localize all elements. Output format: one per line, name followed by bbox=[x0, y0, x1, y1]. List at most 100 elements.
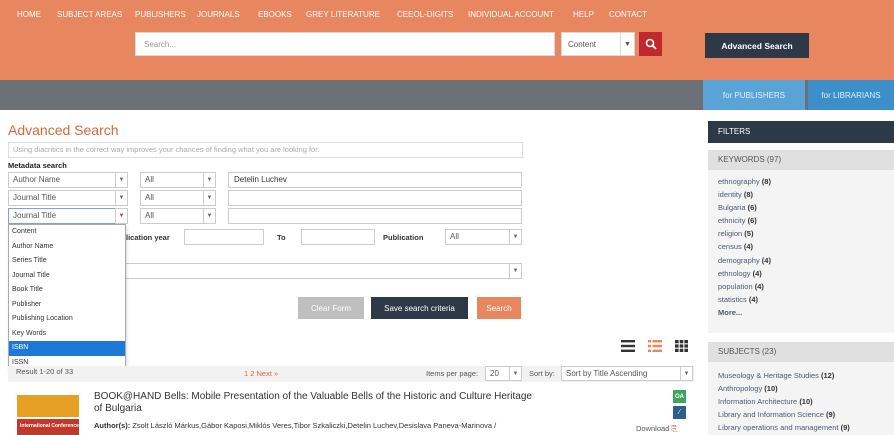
detail-view-icon[interactable] bbox=[648, 340, 662, 352]
subject-item[interactable]: Library and Information Science (9) bbox=[718, 410, 835, 419]
dropdown-option[interactable]: Author Name bbox=[9, 240, 125, 255]
subject-item[interactable]: Museology & Heritage Studies (12) bbox=[718, 371, 834, 380]
field-dropdown-list: Content Author Name Series Title Journal… bbox=[8, 224, 126, 370]
keywords-title[interactable]: KEYWORDS (97) bbox=[708, 150, 894, 170]
nav-publishers[interactable]: PUBLISHERS bbox=[135, 0, 186, 30]
dropdown-option[interactable]: Journal Title bbox=[9, 269, 125, 284]
publication-year-label: lication year bbox=[126, 233, 170, 242]
dropdown-option[interactable]: Publisher bbox=[9, 298, 125, 313]
pagination[interactable]: 1 2 Next » bbox=[244, 369, 278, 378]
dropdown-option[interactable]: Key Words bbox=[9, 327, 125, 342]
keyword-item[interactable]: population (4) bbox=[718, 282, 764, 291]
cite-icon[interactable]: ⁄ bbox=[673, 406, 686, 419]
keyword-item[interactable]: ethnicity (6) bbox=[718, 216, 757, 225]
chevron-down-icon[interactable]: ▼ bbox=[509, 366, 522, 381]
chevron-down-icon[interactable]: ▼ bbox=[621, 32, 635, 56]
keyword-item[interactable]: religion (5) bbox=[718, 229, 753, 238]
subjects-title[interactable]: SUBJECTS (23) bbox=[708, 342, 894, 362]
additional-filter-select[interactable] bbox=[110, 263, 510, 279]
article-authors: Author(s): Zsolt László Márkus,Gábor Kap… bbox=[94, 421, 624, 430]
keyword-item[interactable]: identity (8) bbox=[718, 190, 753, 199]
article-title[interactable]: BOOK@HAND Bells: Mobile Presentation of … bbox=[94, 391, 534, 415]
page-title: Advanced Search bbox=[8, 122, 119, 138]
dropdown-option[interactable]: Series Title bbox=[9, 254, 125, 269]
metadata-search-label: Metadata search bbox=[8, 161, 67, 170]
advanced-search-button[interactable]: Advanced Search bbox=[705, 33, 809, 58]
operator-select-1[interactable]: All bbox=[140, 172, 204, 188]
view-toggle bbox=[621, 340, 688, 352]
chevron-down-icon[interactable]: ▼ bbox=[115, 190, 128, 206]
nav-ceeol-digits[interactable]: CEEOL-DIGITS bbox=[397, 0, 453, 30]
search-button[interactable] bbox=[639, 32, 662, 56]
search-placeholder: Search... bbox=[144, 39, 177, 49]
subject-item[interactable]: Information Architecture (10) bbox=[718, 397, 813, 406]
content-type-select[interactable]: Content bbox=[561, 32, 621, 56]
keyword-item[interactable]: census (4) bbox=[718, 242, 753, 251]
chevron-down-icon[interactable]: ▼ bbox=[203, 172, 216, 188]
keyword-item[interactable]: ethnology (4) bbox=[718, 269, 762, 278]
download-link[interactable]: Download ⎘ bbox=[636, 424, 677, 434]
open-access-icon: OA bbox=[673, 390, 686, 403]
sort-select[interactable]: Sort by Title Ascending bbox=[561, 366, 681, 381]
field-select-1[interactable]: Author Name bbox=[8, 172, 116, 188]
article-thumbnail[interactable] bbox=[17, 395, 79, 417]
items-per-page-select[interactable]: 20 bbox=[485, 366, 510, 381]
subject-item[interactable]: Anthropology (10) bbox=[718, 384, 778, 393]
pdf-icon: ⎘ bbox=[671, 424, 678, 433]
subject-item[interactable]: Library operations and management (9) bbox=[718, 423, 850, 432]
grid-view-icon[interactable] bbox=[675, 340, 688, 352]
dropdown-option[interactable]: Book Title bbox=[9, 283, 125, 298]
field-select-3[interactable]: Journal Title bbox=[8, 208, 116, 224]
list-view-icon[interactable] bbox=[621, 340, 635, 352]
save-search-criteria-button[interactable]: Save search criteria bbox=[371, 297, 468, 319]
nav-home[interactable]: HOME bbox=[17, 0, 41, 30]
chevron-down-icon[interactable]: ▼ bbox=[203, 208, 216, 224]
keyword-item[interactable]: statistics (4) bbox=[718, 295, 758, 304]
content-type-value: Content bbox=[568, 39, 597, 49]
nav-contact[interactable]: CONTACT bbox=[609, 0, 647, 30]
result-count: Result 1-20 of 33 bbox=[16, 367, 74, 376]
nav-subject-areas[interactable]: SUBJECT AREAS bbox=[57, 0, 122, 30]
chevron-down-icon[interactable]: ▼ bbox=[115, 172, 128, 188]
year-to-input[interactable] bbox=[301, 229, 375, 245]
sort-by-label: Sort by: bbox=[529, 369, 555, 378]
nav-grey-literature[interactable]: GREY LITERATURE bbox=[306, 0, 380, 30]
download-label: Download bbox=[636, 424, 670, 433]
dropdown-option[interactable]: Publishing Location bbox=[9, 312, 125, 327]
nav-individual-account[interactable]: INDIVIDUAL ACCOUNT bbox=[468, 0, 554, 30]
keyword-item[interactable]: ethnography (8) bbox=[718, 177, 771, 186]
search-term-input-3[interactable] bbox=[228, 208, 522, 224]
chevron-down-icon[interactable]: ▼ bbox=[203, 190, 216, 206]
search-term-input-1[interactable]: Detelin Luchev bbox=[228, 172, 522, 188]
to-label: To bbox=[277, 233, 286, 242]
year-from-input[interactable] bbox=[184, 229, 264, 245]
authors-list[interactable]: Zsolt László Márkus,Gábor Kaposi,Miklós … bbox=[132, 421, 496, 430]
chevron-down-icon[interactable]: ▼ bbox=[115, 208, 128, 224]
search-submit-button[interactable]: Search bbox=[477, 297, 521, 319]
operator-select-3[interactable]: All bbox=[140, 208, 204, 224]
publication-label: Publication bbox=[383, 233, 424, 242]
search-term-input-2[interactable] bbox=[228, 190, 522, 206]
search-input[interactable]: Search... bbox=[135, 32, 555, 56]
filters-header: FILTERS bbox=[708, 121, 894, 143]
field-select-2[interactable]: Journal Title bbox=[8, 190, 116, 206]
publication-select[interactable]: All bbox=[445, 229, 510, 245]
nav-ebooks[interactable]: EBOOKS bbox=[258, 0, 292, 30]
for-publishers-link[interactable]: for PUBLISHERS bbox=[703, 80, 805, 110]
dropdown-option-selected[interactable]: ISBN bbox=[9, 341, 125, 356]
nav-help[interactable]: HELP bbox=[573, 0, 594, 30]
chevron-down-icon[interactable]: ▼ bbox=[680, 366, 693, 381]
search-icon bbox=[645, 38, 657, 50]
operator-select-2[interactable]: All bbox=[140, 190, 204, 206]
keyword-item[interactable]: demography (4) bbox=[718, 256, 771, 265]
chevron-down-icon[interactable]: ▼ bbox=[509, 263, 522, 279]
keyword-item[interactable]: Bulgaria (6) bbox=[718, 203, 757, 212]
keywords-more-link[interactable]: More... bbox=[718, 308, 742, 317]
diacritics-hint: Using diacritics in the correct way impr… bbox=[8, 142, 523, 158]
clear-form-button[interactable]: Clear Form bbox=[298, 297, 364, 319]
chevron-down-icon[interactable]: ▼ bbox=[509, 229, 522, 245]
nav-journals[interactable]: JOURNALS bbox=[197, 0, 240, 30]
items-per-page-label: Items per page: bbox=[426, 369, 479, 378]
for-librarians-link[interactable]: for LIBRARIANS bbox=[808, 80, 894, 110]
dropdown-option[interactable]: Content bbox=[9, 225, 125, 240]
